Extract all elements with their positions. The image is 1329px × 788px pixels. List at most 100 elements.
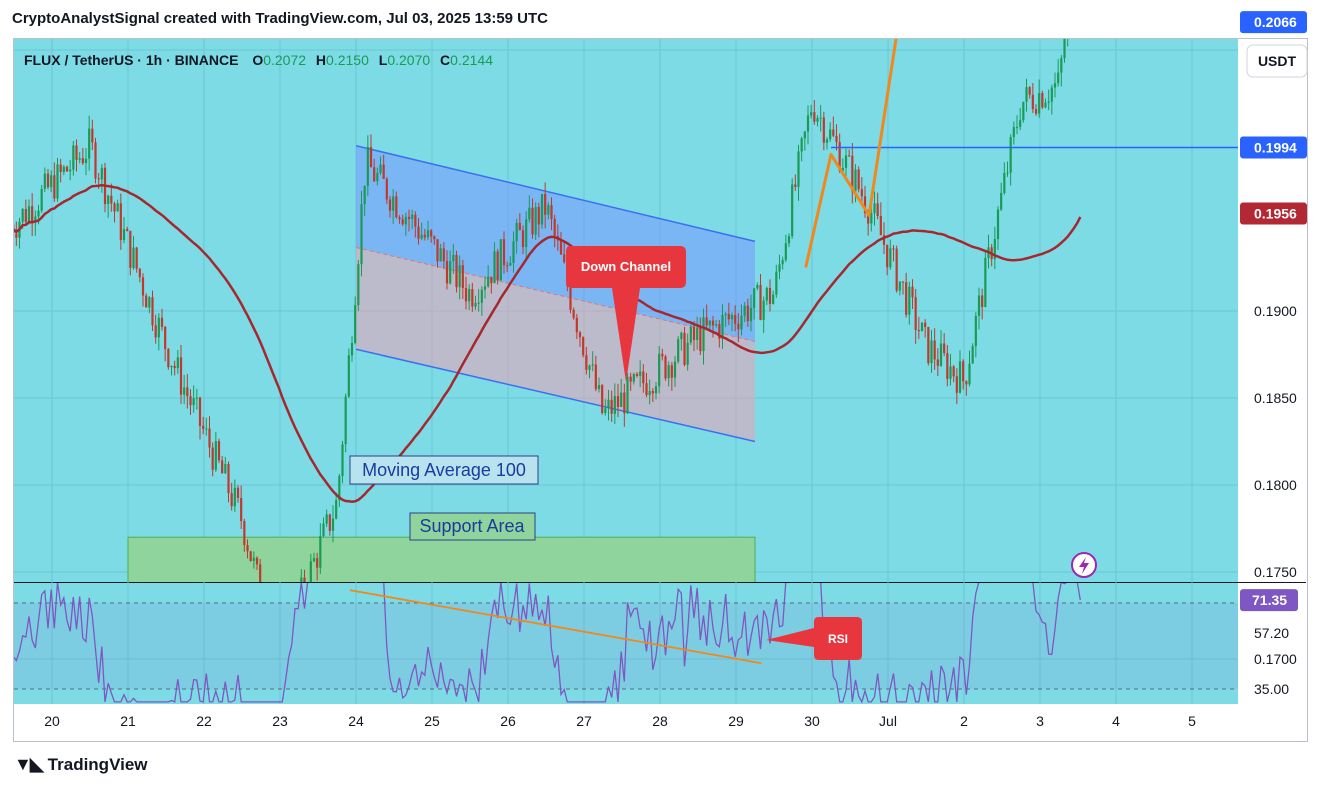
- chart-canvas[interactable]: 0.22500.22000.21000.20500.19000.18500.18…: [0, 0, 1329, 788]
- candle-body: [221, 460, 224, 474]
- candle-body: [442, 248, 445, 262]
- candle-body: [148, 297, 151, 308]
- candle-body: [350, 342, 354, 356]
- candle-body: [819, 117, 822, 119]
- candle-body: [461, 265, 464, 288]
- candle-body: [312, 558, 316, 562]
- candle-body: [721, 315, 724, 339]
- candle-body: [952, 366, 955, 377]
- candle-body: [122, 229, 126, 241]
- candle-body: [667, 365, 670, 379]
- candle-body: [664, 356, 667, 379]
- candle-body: [407, 216, 411, 219]
- y-tick-label: 0.1900: [1254, 303, 1297, 319]
- candle-body: [43, 173, 46, 189]
- candle-body: [901, 281, 905, 283]
- candle-body: [179, 357, 183, 395]
- x-tick-label: 23: [272, 713, 288, 729]
- candle-body: [208, 428, 211, 448]
- candle-body: [1012, 127, 1015, 138]
- candle-body: [483, 286, 487, 290]
- candle-body: [164, 326, 167, 349]
- candle-body: [835, 135, 838, 143]
- candle-body: [31, 206, 34, 223]
- candle-body: [1028, 87, 1031, 95]
- candle-body: [724, 313, 727, 316]
- price-label-tag[interactable]: 0.2066: [1240, 11, 1307, 34]
- candle-body: [658, 353, 661, 387]
- candle-body: [420, 234, 423, 239]
- candle-body: [132, 247, 135, 268]
- x-tick-label: 28: [652, 713, 668, 729]
- candle-body: [794, 184, 797, 188]
- candle-body: [15, 233, 18, 238]
- candle-body: [1063, 39, 1066, 59]
- currency-button[interactable]: USDT: [1246, 44, 1308, 78]
- candle-body: [319, 536, 322, 568]
- candle-body: [100, 167, 103, 180]
- close-value: 0.2144: [450, 52, 493, 68]
- candle-body: [198, 397, 202, 426]
- candle-body: [436, 239, 439, 262]
- candle-body: [550, 205, 553, 219]
- support-layer: [127, 536, 756, 589]
- candle-body: [680, 332, 683, 340]
- candle-body: [917, 330, 920, 332]
- candle-body: [829, 129, 832, 140]
- support-area-label: Support Area: [419, 516, 525, 536]
- candle-body: [344, 396, 347, 445]
- y-tick-label: 0.1750: [1254, 564, 1297, 580]
- candle-body: [591, 364, 594, 366]
- candle-body: [844, 155, 848, 168]
- candle-body: [778, 264, 781, 272]
- high-label: H: [316, 52, 326, 68]
- candle-body: [531, 207, 534, 235]
- support-area-rect[interactable]: [127, 536, 756, 589]
- candle-body: [547, 205, 550, 215]
- x-tick-label: 26: [500, 713, 516, 729]
- candle-body: [1041, 92, 1044, 108]
- candle-body: [797, 151, 800, 188]
- candle-body: [781, 260, 784, 265]
- candle-body: [316, 558, 319, 568]
- candle-body: [705, 317, 708, 326]
- candle-body: [24, 209, 27, 222]
- candle-body: [585, 355, 588, 370]
- candle-body: [1031, 94, 1034, 110]
- candle-body: [971, 346, 974, 364]
- lightning-icon[interactable]: [1071, 552, 1097, 578]
- price-label-text: 0.1994: [1254, 139, 1297, 155]
- candle-body: [1022, 101, 1025, 121]
- candle-body: [477, 302, 480, 304]
- open-value: 0.2072: [263, 52, 306, 68]
- rsi-current-tag[interactable]: 71.35: [1240, 589, 1298, 612]
- candle-body: [1057, 72, 1060, 84]
- candle-body: [984, 257, 987, 307]
- candle-body: [379, 164, 382, 173]
- candle-body: [702, 317, 705, 352]
- candle-body: [227, 464, 230, 494]
- footer-brand[interactable]: ▼◣ TradingView: [14, 754, 148, 775]
- candle-body: [825, 139, 829, 143]
- candle-body: [452, 254, 455, 262]
- candle-body: [727, 313, 730, 320]
- price-label-tag[interactable]: 0.1994: [1240, 136, 1307, 159]
- x-tick-label: Jul: [879, 713, 897, 729]
- support-area-label-box[interactable]: Support Area: [409, 512, 536, 541]
- price-label-tag[interactable]: 0.1956: [1240, 202, 1307, 225]
- candle-body: [803, 131, 806, 139]
- candle-body: [968, 363, 971, 385]
- candle-body: [860, 189, 863, 197]
- candle-body: [772, 294, 775, 304]
- candle-body: [373, 167, 376, 182]
- candle-body: [62, 166, 65, 172]
- candle-body: [734, 315, 737, 324]
- candle-body: [1038, 92, 1041, 114]
- moving-average-label-box[interactable]: Moving Average 100: [349, 455, 539, 485]
- candle-body: [224, 464, 227, 474]
- candle-body: [464, 287, 468, 302]
- candle-body: [753, 288, 756, 308]
- candle-body: [354, 305, 357, 343]
- candle-body: [233, 487, 236, 507]
- candle-body: [9, 207, 11, 225]
